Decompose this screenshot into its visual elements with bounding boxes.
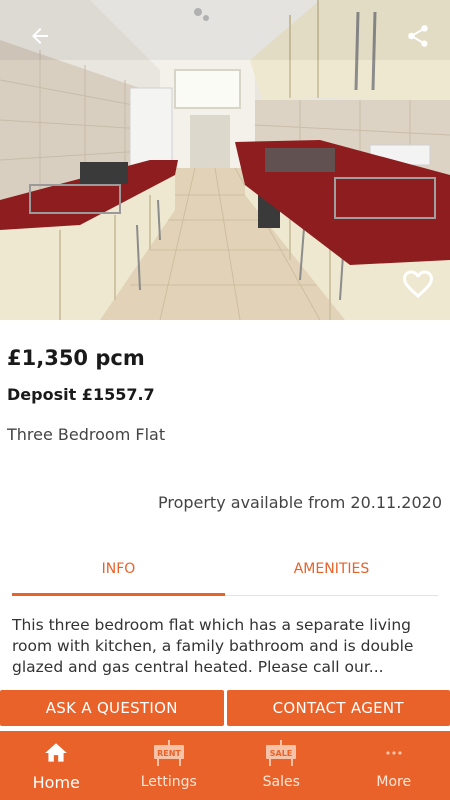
property-type: Three Bedroom Flat [7,425,166,444]
bottom-navigation: Home RENT Lettings SALE Sales More [0,731,450,800]
action-bar: ASK A QUESTION CONTACT AGENT [0,690,450,726]
share-icon [408,25,428,47]
nav-label-lettings: Lettings [140,774,197,790]
nav-item-home[interactable]: Home [0,731,113,800]
more-dots-icon [386,751,402,755]
ask-question-button[interactable]: ASK A QUESTION [0,690,224,726]
tab-info[interactable]: INFO [12,552,225,596]
nav-label-more: More [376,774,412,790]
property-description: This three bedroom flat which has a sepa… [12,616,414,676]
rent-sign-icon: RENT [153,740,184,766]
home-icon [45,743,68,762]
back-button[interactable] [22,18,58,54]
nav-item-lettings[interactable]: RENT Lettings [113,731,226,800]
arrow-back-icon [32,28,48,44]
favourite-button[interactable] [396,262,440,306]
sale-sign-icon: SALE [266,740,297,766]
nav-item-sales[interactable]: SALE Sales [225,731,338,800]
availability-date: Property available from 20.11.2020 [157,493,442,512]
rent-badge-text: RENT [157,749,181,758]
nav-label-sales: Sales [262,774,300,790]
nav-item-more[interactable]: More [338,731,450,800]
price: £1,350 pcm [7,346,145,370]
deposit: Deposit £1557.7 [7,385,155,404]
sale-badge-text: SALE [270,749,293,758]
kitchen-photo [0,0,450,320]
nav-label-home: Home [32,773,80,792]
detail-tabs: INFO AMENITIES [12,552,438,596]
tab-amenities[interactable]: AMENITIES [225,552,438,595]
share-button[interactable] [398,16,438,56]
contact-agent-button[interactable]: CONTACT AGENT [226,690,450,726]
property-photo[interactable] [0,0,450,320]
heart-outline-icon [403,270,433,299]
